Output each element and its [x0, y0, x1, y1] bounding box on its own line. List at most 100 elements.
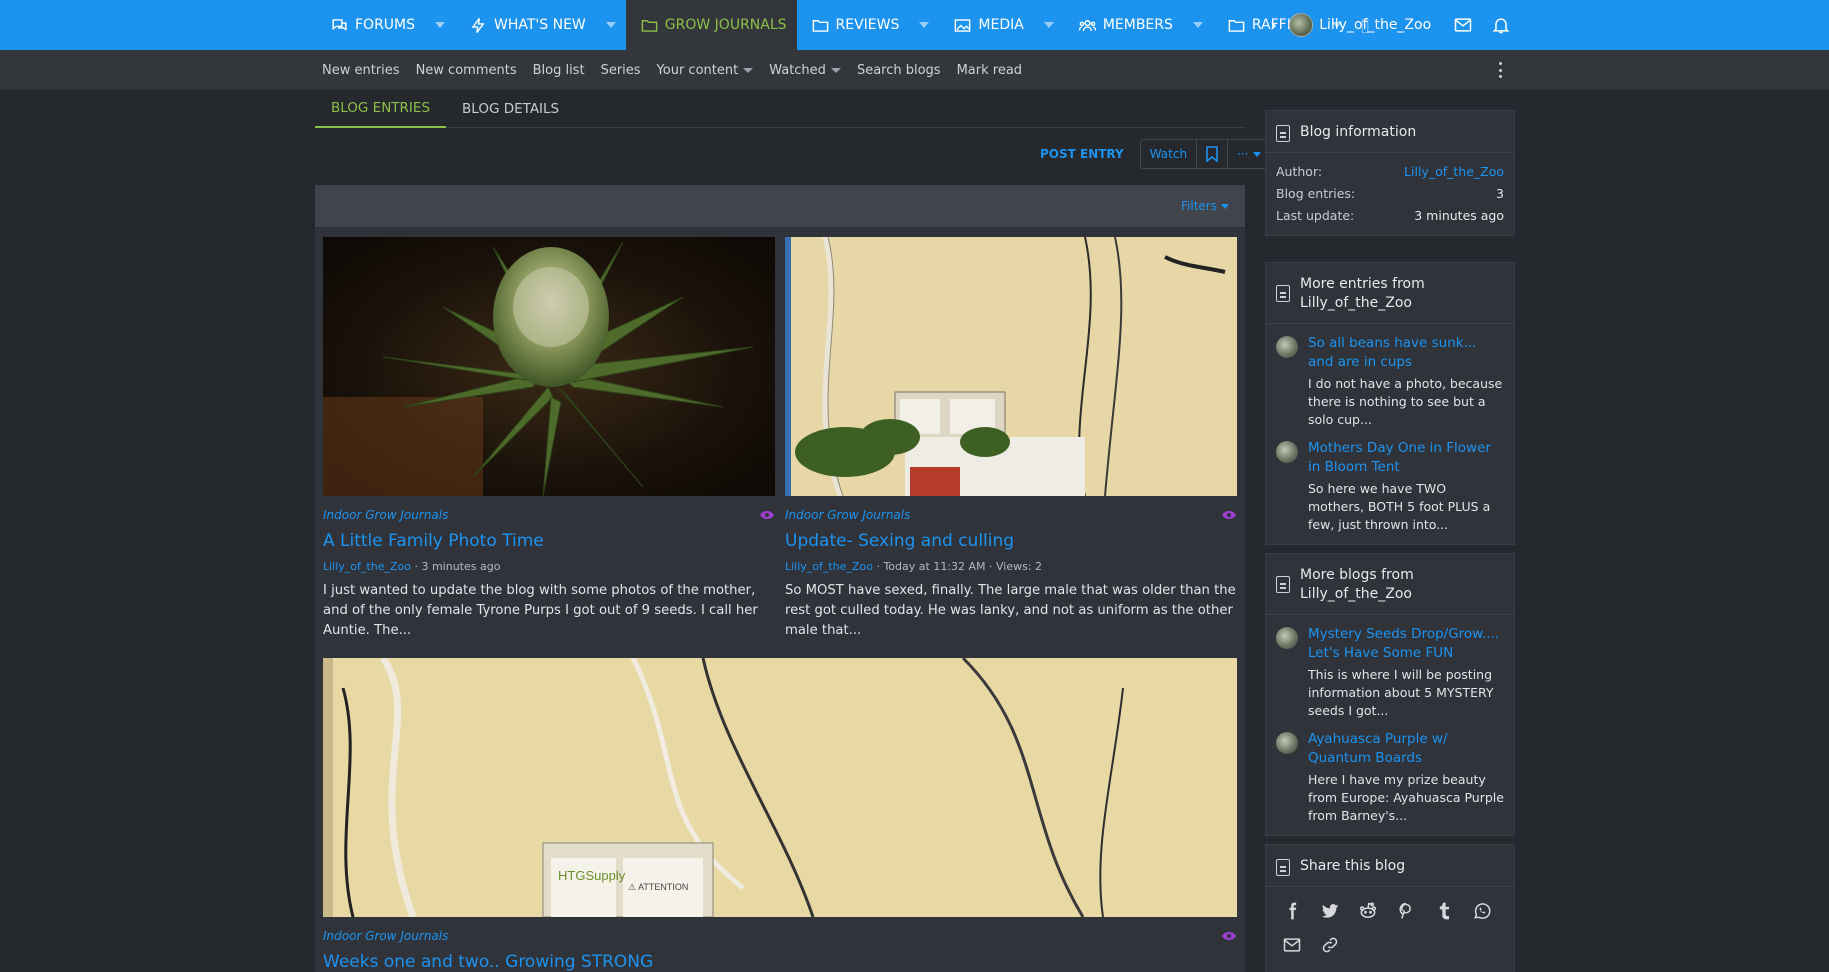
- entry-snippet: So here we have TWO mothers, BOTH 5 foot…: [1308, 481, 1491, 532]
- chevron-right-icon[interactable]: ›: [1270, 15, 1277, 36]
- subnav-new-entries[interactable]: New entries: [322, 63, 400, 78]
- folder-icon: [1228, 19, 1245, 32]
- nav-whats-new[interactable]: What's new: [455, 0, 626, 50]
- entry-title[interactable]: Weeks one and two.. Growing STRONG: [323, 952, 1237, 972]
- entry-link[interactable]: So all beans have sunk... and are in cup…: [1308, 334, 1504, 372]
- update-label: Last update:: [1276, 208, 1355, 223]
- nav-reviews[interactable]: Reviews: [797, 0, 940, 50]
- entry-snippet: So MOST have sexed, finally. The large m…: [785, 583, 1236, 638]
- svg-text:⚠ ATTENTION: ⚠ ATTENTION: [628, 882, 688, 892]
- image-icon: [955, 18, 971, 32]
- chevron-down-icon: [1252, 151, 1261, 157]
- list-item: Mothers Day One in Flower in Bloom Tent …: [1276, 439, 1504, 534]
- link-icon[interactable]: [1320, 935, 1340, 955]
- nav-whats-new-label: What's new: [494, 17, 586, 33]
- tab-blog-details[interactable]: Blog details: [446, 90, 575, 128]
- chevron-down-icon: [743, 67, 754, 73]
- entry-category[interactable]: Indoor Grow Journals: [323, 508, 448, 522]
- more-actions-label: ···: [1237, 147, 1249, 161]
- entry-thumbnail[interactable]: [785, 237, 1237, 496]
- entry-thumbnail[interactable]: [323, 237, 775, 496]
- subnav-mark-read[interactable]: Mark read: [957, 63, 1022, 78]
- user-nav: › Lilly_of_the_Zoo: [1270, 0, 1529, 50]
- entry-link[interactable]: Mothers Day One in Flower in Bloom Tent: [1308, 439, 1504, 477]
- subnav-series[interactable]: Series: [601, 63, 641, 78]
- subnav-watched-label: Watched: [769, 62, 826, 78]
- avatar: [1276, 336, 1298, 358]
- filter-bar: Filters: [315, 185, 1245, 227]
- entry-category[interactable]: Indoor Grow Journals: [323, 929, 448, 943]
- subnav-watched[interactable]: Watched: [769, 63, 841, 78]
- nav-grow-journals[interactable]: Grow Journals: [625, 0, 797, 50]
- author-label: Author:: [1276, 164, 1323, 179]
- nav-media[interactable]: Media: [939, 0, 1063, 50]
- blog-entry-card: Indoor Grow Journals A Little Family Pho…: [323, 237, 775, 641]
- entry-date: · Today at 11:32 AM · Views: 2: [872, 560, 1043, 573]
- list-item: Ayahuasca Purple w/ Quantum Boards Here …: [1276, 730, 1504, 825]
- chevron-down-icon: [830, 67, 841, 73]
- twitter-icon[interactable]: [1320, 901, 1340, 921]
- chevron-down-icon[interactable]: [435, 22, 446, 28]
- entry-snippet: I just wanted to update the blog with so…: [323, 583, 758, 638]
- entries-count: 3: [1496, 186, 1504, 201]
- user-menu[interactable]: Lilly_of_the_Zoo: [1289, 13, 1431, 37]
- email-icon[interactable]: [1282, 935, 1302, 955]
- reddit-icon[interactable]: [1358, 901, 1378, 921]
- entry-title[interactable]: A Little Family Photo Time: [323, 531, 775, 551]
- tumblr-icon[interactable]: [1434, 901, 1454, 921]
- post-entry-button[interactable]: Post entry: [1036, 147, 1128, 161]
- chevron-down-icon[interactable]: [919, 22, 930, 28]
- document-icon: [1276, 125, 1290, 142]
- bookmark-button[interactable]: [1197, 140, 1229, 168]
- blog-snippet: Here I have my prize beauty from Europe:…: [1308, 772, 1504, 823]
- entry-author[interactable]: Lilly_of_the_Zoo: [323, 560, 411, 573]
- blog-tabs: Blog entries Blog details: [315, 90, 1245, 128]
- entry-category[interactable]: Indoor Grow Journals: [785, 508, 910, 522]
- entries-label: Blog entries:: [1276, 186, 1356, 201]
- blog-entry-card: HTGSupply ⚠ ATTENTION Indoor Grow Journa…: [323, 658, 1237, 972]
- filters-button[interactable]: Filters: [1181, 199, 1217, 213]
- bell-icon[interactable]: [1491, 15, 1511, 35]
- subnav-search-blogs[interactable]: Search blogs: [857, 63, 941, 78]
- subnav-new-comments[interactable]: New comments: [416, 63, 517, 78]
- entry-author[interactable]: Lilly_of_the_Zoo: [785, 560, 873, 573]
- nav-reviews-label: Reviews: [835, 17, 900, 33]
- entry-thumbnail[interactable]: HTGSupply ⚠ ATTENTION: [323, 658, 1237, 917]
- blog-actions: Post entry Watch ···: [1036, 139, 1271, 169]
- chevron-down-icon[interactable]: [605, 22, 616, 28]
- facebook-icon[interactable]: [1282, 901, 1302, 921]
- entry-meta: Lilly_of_the_Zoo · Today at 11:32 AM · V…: [785, 560, 1237, 573]
- entry-title[interactable]: Update- Sexing and culling: [785, 531, 1237, 551]
- document-icon: [1276, 576, 1290, 593]
- envelope-icon[interactable]: [1453, 15, 1473, 35]
- chevron-down-icon[interactable]: [1221, 203, 1229, 209]
- subnav-blog-list[interactable]: Blog list: [533, 63, 585, 78]
- forums-icon: [332, 18, 347, 31]
- chevron-down-icon[interactable]: [1192, 22, 1203, 28]
- watch-button-group: Watch ···: [1139, 139, 1271, 169]
- pinterest-icon[interactable]: [1396, 901, 1416, 921]
- blog-link[interactable]: Ayahuasca Purple w/ Quantum Boards: [1308, 730, 1504, 768]
- nav-members[interactable]: Members: [1064, 0, 1213, 50]
- more-options-icon[interactable]: [1497, 62, 1503, 78]
- eye-icon: [1222, 932, 1236, 940]
- eye-icon: [1222, 511, 1236, 519]
- nav-forums[interactable]: Forums: [316, 0, 455, 50]
- grow-tent-photo: HTGSupply ⚠ ATTENTION: [323, 658, 1237, 917]
- eye-icon: [760, 511, 774, 519]
- subnav-your-content[interactable]: Your content: [657, 63, 754, 78]
- chevron-down-icon[interactable]: [1043, 22, 1054, 28]
- svg-text:HTGSupply: HTGSupply: [558, 868, 626, 883]
- bookmark-icon: [1206, 146, 1218, 162]
- more-actions-button[interactable]: ···: [1228, 140, 1269, 168]
- blog-link[interactable]: Mystery Seeds Drop/Grow.... Let's Have S…: [1308, 625, 1504, 663]
- whatsapp-icon[interactable]: [1472, 901, 1492, 921]
- main-nav: Forums What's new Grow Journals Reviews …: [316, 0, 1378, 50]
- watch-button[interactable]: Watch: [1141, 140, 1198, 168]
- blog-snippet: This is where I will be posting informat…: [1308, 667, 1494, 718]
- nav-grow-journals-label: Grow Journals: [664, 17, 787, 33]
- nav-forums-label: Forums: [355, 17, 416, 33]
- author-link[interactable]: Lilly_of_the_Zoo: [1404, 161, 1504, 183]
- tab-blog-entries[interactable]: Blog entries: [315, 90, 447, 128]
- block-title: Blog information: [1300, 124, 1417, 140]
